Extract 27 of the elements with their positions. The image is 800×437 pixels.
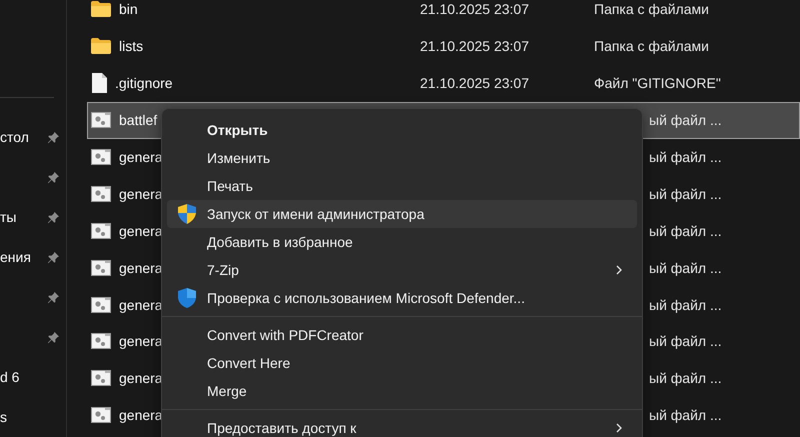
type-cell: Папка с файлами: [594, 1, 709, 18]
file-name: bin: [119, 1, 138, 18]
type-cell: ый файл ...: [649, 112, 722, 128]
file-name: battlef: [119, 112, 158, 128]
date-cell-text: 21.10.2025 23:07: [420, 75, 530, 92]
type-cell: ый файл ...: [649, 370, 722, 386]
date-cell-text: 21.10.2025 23:07: [420, 38, 530, 54]
file-name: genera: [119, 296, 163, 313]
type-cell: ый файл ...: [649, 407, 722, 424]
file-name: lists: [119, 38, 144, 54]
type-cell: ый файл ...: [649, 222, 722, 239]
type-cell: ый файл ...: [649, 149, 722, 165]
date-cell-text: 21.10.2025 23:07: [420, 1, 530, 18]
type-cell: ый файл ...: [649, 260, 722, 276]
file-name: .gitignore: [115, 75, 173, 92]
file-name: genera: [119, 370, 163, 386]
file-name: genera: [119, 407, 163, 424]
type-cell: ый файл ...: [649, 186, 722, 202]
file-name: genera: [119, 222, 163, 239]
type-cell: ый файл ...: [649, 333, 722, 350]
type-cell: Файл "GITIGNORE": [594, 75, 721, 92]
type-cell: ый файл ...: [649, 296, 722, 313]
file-name: genera: [119, 333, 163, 350]
file-name: genera: [119, 186, 163, 202]
file-name: genera: [119, 260, 163, 276]
type-cell: Папка с файлами: [594, 38, 709, 54]
file-name: genera: [119, 149, 163, 165]
